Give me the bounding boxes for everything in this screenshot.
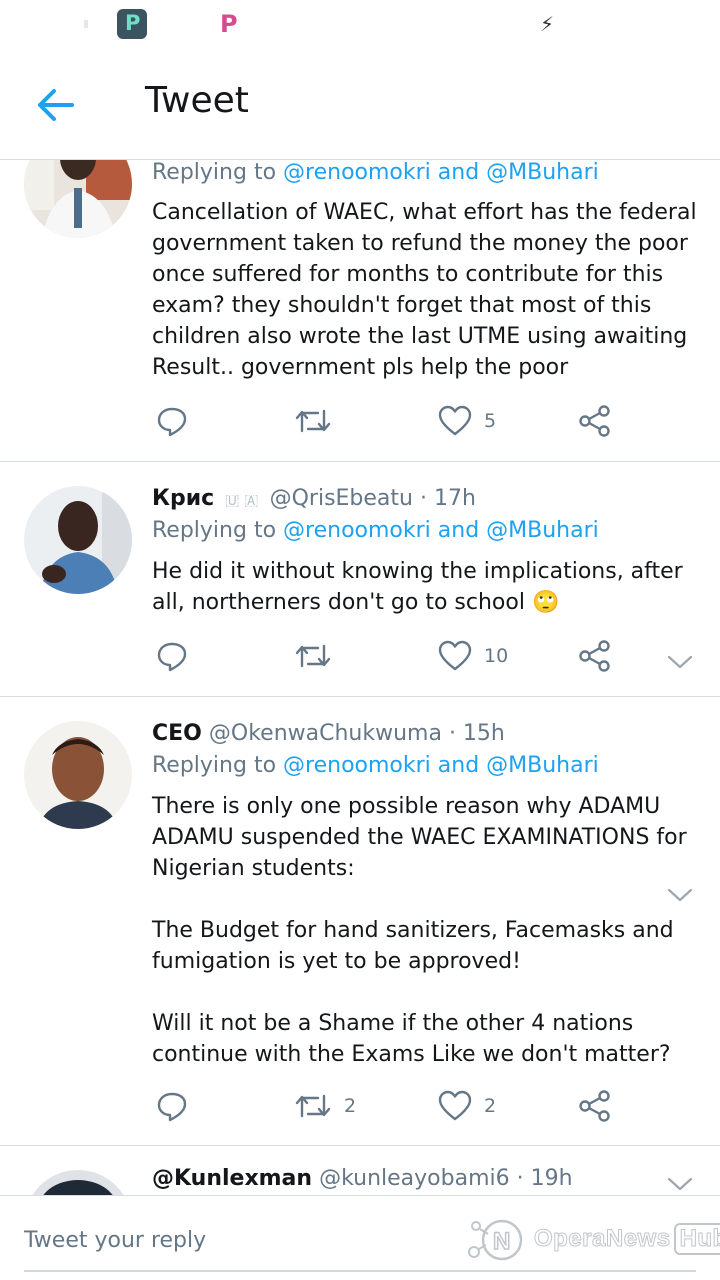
display-name[interactable]: CEO	[152, 721, 202, 746]
tweet-header: Крис 🇺 🇦 @QrisEbeatu · 17h	[152, 486, 476, 511]
share-icon	[579, 1090, 610, 1122]
handle-time: @kunleayobami6 · 19h	[319, 1166, 573, 1191]
replying-label: Replying to	[152, 753, 277, 778]
reply-button[interactable]	[156, 636, 200, 676]
page-title: Tweet	[145, 80, 249, 121]
watermark-hub: Hub	[673, 1223, 720, 1255]
tweet[interactable]: Крис 🇺 🇦 @QrisEbeatu · 17h Replying to @…	[0, 462, 720, 697]
like-count: 5	[484, 410, 497, 432]
app-notification-icon	[117, 9, 147, 39]
like-button[interactable]: 2	[438, 1086, 496, 1126]
mention-link[interactable]: @renoomokri and @MBuhari	[283, 518, 599, 543]
retweet-button[interactable]	[294, 401, 344, 441]
tweet-text: There is only one possible reason why AD…	[152, 794, 687, 1067]
share-button[interactable]	[578, 401, 612, 441]
share-icon	[579, 640, 610, 672]
tweet[interactable]: CEO @OkenwaChukwuma · 15h Replying to @r…	[0, 697, 720, 1146]
retweet-button[interactable]	[294, 636, 344, 676]
avatar[interactable]	[24, 486, 132, 594]
display-name[interactable]: @Kunlexman	[152, 1166, 312, 1191]
name-badges: 🇺 🇦	[225, 490, 259, 509]
tweet-header: @Kunlexman @kunleayobami6 · 19h	[152, 1166, 573, 1191]
tweet[interactable]: @Kunlexman @kunleayobami6 · 19h	[0, 1146, 720, 1195]
reply-icon	[157, 642, 187, 672]
app-notification-icon-2	[214, 9, 244, 39]
retweet-button[interactable]: 2	[294, 1086, 356, 1126]
chevron-down-icon[interactable]	[666, 1174, 694, 1194]
watermark: N OperaNews Hub	[466, 1214, 720, 1264]
handle-time: @OkenwaChukwuma · 15h	[208, 721, 505, 746]
watermark-text: OperaNews	[534, 1225, 671, 1253]
handle-time: @QrisEbeatu · 17h	[269, 486, 476, 511]
reply-button[interactable]	[156, 1086, 200, 1126]
like-button[interactable]: 5	[438, 401, 496, 441]
retweet-icon	[295, 409, 331, 433]
display-name[interactable]: Крис	[152, 486, 214, 511]
tweet-actions: 2 2	[152, 1086, 712, 1126]
heart-icon	[438, 405, 472, 436]
share-button[interactable]	[578, 1086, 612, 1126]
like-count: 10	[484, 645, 509, 667]
svg-text:N: N	[493, 1228, 510, 1255]
reply-button[interactable]	[156, 401, 200, 441]
reply-input[interactable]	[24, 1220, 454, 1260]
share-icon	[579, 405, 610, 437]
replying-to: Replying to @renoomokri and @MBuhari	[152, 160, 599, 185]
share-button[interactable]	[578, 636, 612, 676]
replying-label: Replying to	[152, 160, 277, 185]
status-bar: ⚡	[0, 0, 720, 50]
avatar[interactable]	[24, 721, 132, 829]
reply-feed[interactable]: Replying to @renoomokri and @MBuhari Can…	[0, 160, 720, 1195]
avatar[interactable]	[24, 160, 132, 238]
mention-link[interactable]: @renoomokri and @MBuhari	[283, 753, 599, 778]
retweet-icon	[295, 1094, 331, 1118]
heart-icon	[438, 640, 472, 671]
mention-link[interactable]: @renoomokri and @MBuhari	[283, 160, 599, 185]
reply-bar: N OperaNews Hub	[0, 1195, 720, 1280]
avatar[interactable]	[24, 1170, 132, 1195]
notification-dot-icon	[84, 20, 88, 28]
tweet[interactable]: Replying to @renoomokri and @MBuhari Can…	[0, 160, 720, 462]
like-button[interactable]: 10	[438, 636, 508, 676]
tweet-header: CEO @OkenwaChukwuma · 15h	[152, 721, 505, 746]
reply-icon	[157, 407, 187, 437]
tweet-actions: 10	[152, 636, 712, 676]
replying-to: Replying to @renoomokri and @MBuhari	[152, 518, 599, 543]
tweet-text: Cancellation of WAEC, what effort has th…	[152, 200, 704, 380]
arrow-left-icon	[38, 89, 74, 121]
tweet-text: He did it without knowing the implicatio…	[152, 559, 690, 615]
replying-to: Replying to @renoomokri and @MBuhari	[152, 753, 599, 778]
tweet-actions: 5	[152, 401, 712, 441]
reply-icon	[157, 1092, 187, 1122]
charging-icon: ⚡	[540, 12, 555, 36]
back-button[interactable]	[30, 80, 82, 130]
reply-underline	[24, 1270, 696, 1272]
heart-icon	[438, 1090, 472, 1121]
opera-news-logo-icon: N	[468, 1219, 523, 1261]
app-header: Tweet	[0, 50, 720, 160]
like-count: 2	[484, 1095, 497, 1117]
replying-label: Replying to	[152, 518, 277, 543]
retweet-count: 2	[344, 1095, 357, 1117]
retweet-icon	[295, 644, 331, 668]
